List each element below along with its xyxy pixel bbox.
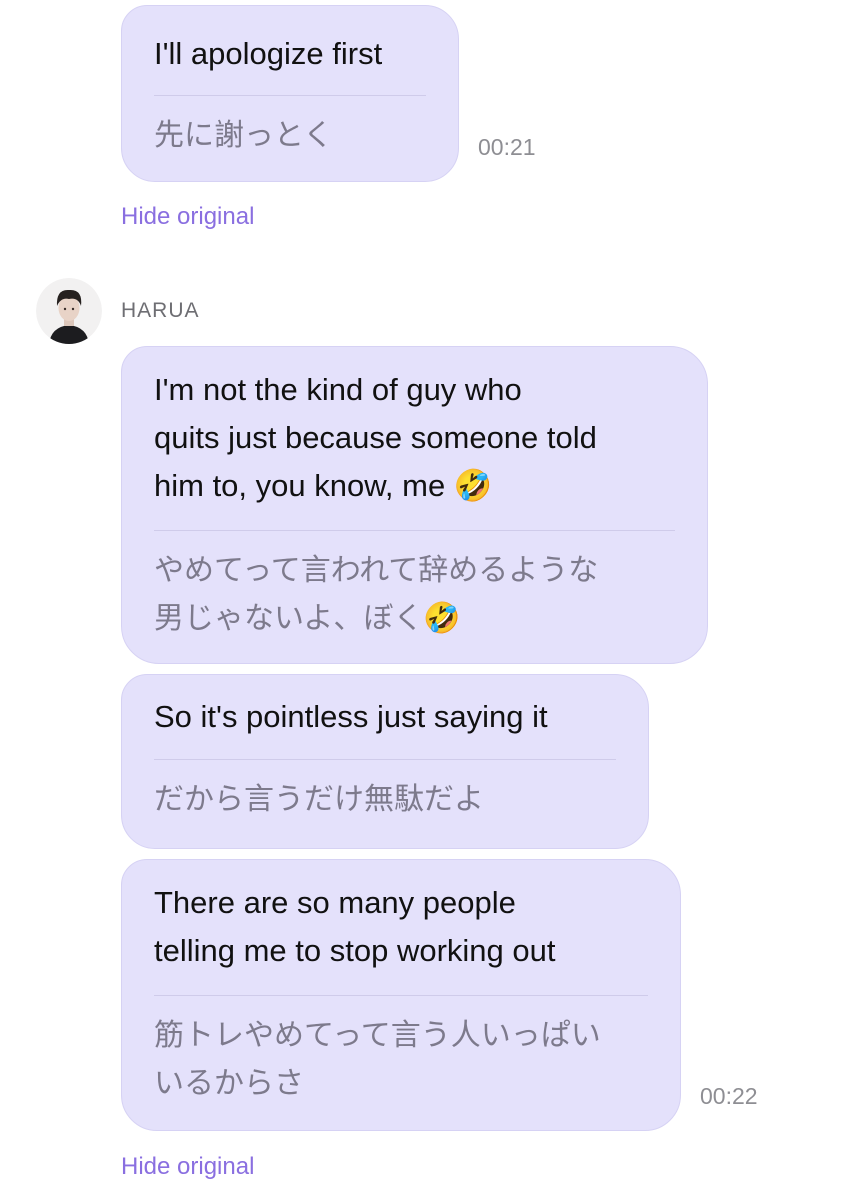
message-timestamp: 00:22 bbox=[700, 1083, 758, 1109]
translation-divider bbox=[154, 95, 426, 96]
original-text: 筋トレやめてって言う人いっぱい いるからさ bbox=[154, 1019, 601, 1100]
message-bubble[interactable]: I'm not the kind of guy who quits just b… bbox=[121, 346, 708, 664]
original-text: やめてって言われて辞めるような 男じゃないよ、ぼく🤣 bbox=[154, 554, 599, 635]
avatar[interactable] bbox=[36, 278, 102, 344]
translation-divider bbox=[154, 759, 616, 760]
person-avatar-icon bbox=[36, 278, 102, 344]
message-bubble[interactable]: So it's pointless just saying it だから言うだけ… bbox=[121, 674, 649, 849]
message-timestamp: 00:21 bbox=[478, 134, 536, 160]
message-bubble[interactable]: There are so many people telling me to s… bbox=[121, 859, 681, 1131]
translation-divider bbox=[154, 530, 675, 531]
hide-original-link[interactable]: Hide original bbox=[121, 1152, 254, 1182]
original-text: 先に謝っとく bbox=[154, 119, 334, 152]
message-text: There are so many people telling me to s… bbox=[154, 885, 556, 968]
original-text: だから言うだけ無駄だよ bbox=[154, 783, 484, 816]
message-text: So it's pointless just saying it bbox=[154, 699, 548, 734]
hide-original-link[interactable]: Hide original bbox=[121, 202, 254, 232]
message-text: I'm not the kind of guy who quits just b… bbox=[154, 372, 597, 503]
message-text: I'll apologize first bbox=[154, 36, 383, 71]
translation-divider bbox=[154, 995, 648, 996]
sender-name: HARUA bbox=[121, 299, 200, 322]
message-bubble[interactable]: I'll apologize first 先に謝っとく bbox=[121, 5, 459, 182]
